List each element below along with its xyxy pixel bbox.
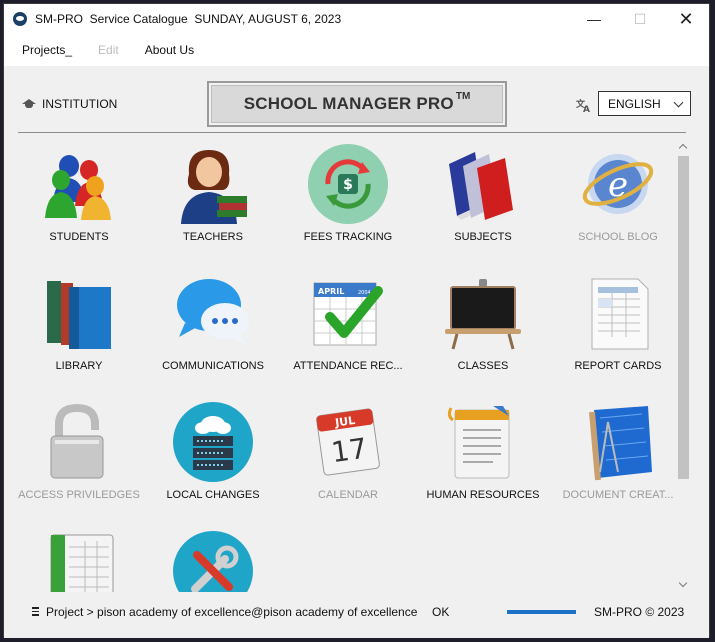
students-icon xyxy=(45,155,111,220)
project-icon xyxy=(32,607,39,616)
title-bar[interactable]: SM-PRO Service Catalogue SUNDAY, AUGUST … xyxy=(4,4,709,34)
ledger-icon xyxy=(50,534,114,592)
tile-communications[interactable]: COMMUNICATIONS xyxy=(148,269,278,379)
teacher-icon xyxy=(181,150,247,224)
ie-icon: e xyxy=(582,154,654,214)
main-window: SM-PRO Service Catalogue SUNDAY, AUGUST … xyxy=(3,3,710,638)
language-select[interactable]: ENGLISH xyxy=(598,91,691,116)
status-state: OK xyxy=(432,605,450,619)
tile-label: STUDENTS xyxy=(49,231,109,243)
tile-label: LIBRARY xyxy=(55,360,103,372)
vertical-scrollbar[interactable] xyxy=(676,140,691,592)
tile-tools[interactable] xyxy=(148,527,278,592)
app-icon xyxy=(13,12,27,26)
tile-classes[interactable]: CLASSES xyxy=(418,269,548,379)
maximize-button[interactable]: ☐ xyxy=(617,4,663,34)
tools-icon xyxy=(173,531,253,592)
tile-label: COMMUNICATIONS xyxy=(162,360,264,372)
chat-icon xyxy=(177,279,249,345)
module-grid: STUDENTS TEACHERS $ FEES TRACKING SUBJEC… xyxy=(14,140,676,592)
tile-library[interactable]: LIBRARY xyxy=(14,269,144,379)
minimize-button[interactable]: — xyxy=(571,4,617,34)
tile-label: FEES TRACKING xyxy=(303,231,393,243)
tile-label: DOCUMENT CREAT... xyxy=(562,489,674,501)
svg-text:e: e xyxy=(608,165,628,205)
library-icon xyxy=(47,281,111,349)
server-icon xyxy=(173,402,253,482)
language-selected-value: ENGLISH xyxy=(608,96,661,111)
attendance-icon: APRIL 2004 xyxy=(313,282,383,346)
tile-label: CLASSES xyxy=(457,360,509,372)
tile-ledger[interactable] xyxy=(14,527,144,592)
padlock-icon xyxy=(50,403,104,479)
chevron-down-icon xyxy=(673,97,684,108)
tile-label: CALENDAR xyxy=(318,489,378,501)
window-title: SM-PRO Service Catalogue SUNDAY, AUGUST … xyxy=(35,12,342,26)
brand-title: SCHOOL MANAGER PRO xyxy=(243,94,454,113)
scroll-down-button[interactable] xyxy=(676,578,691,592)
tile-report-cards[interactable]: REPORT CARDS xyxy=(553,269,676,379)
tile-calendar[interactable]: JUL 17 CALENDAR xyxy=(283,398,413,508)
status-progress-fill xyxy=(507,610,576,614)
tile-label: SUBJECTS xyxy=(454,231,512,243)
tile-attendance-records[interactable]: APRIL 2004 ATTENDANCE REC... xyxy=(283,269,413,379)
blackboard-icon xyxy=(445,279,521,350)
trademark-mark: TM xyxy=(455,90,471,102)
menu-edit[interactable]: Edit xyxy=(98,41,119,59)
status-bar: Project > pison academy of excellence@pi… xyxy=(4,600,709,624)
menu-bar: Projects_ Edit About Us xyxy=(4,34,709,66)
tile-teachers[interactable]: TEACHERS xyxy=(148,140,278,250)
tile-document-creator[interactable]: DOCUMENT CREAT... xyxy=(553,398,676,508)
tile-school-blog[interactable]: e SCHOOL BLOG xyxy=(553,140,676,250)
tile-label: HUMAN RESOURCES xyxy=(426,489,540,501)
tile-label: REPORT CARDS xyxy=(574,360,662,372)
tile-label: ATTENDANCE REC... xyxy=(293,360,403,372)
calendar-icon: JUL 17 xyxy=(316,408,380,476)
header-divider xyxy=(18,132,686,133)
translate-icon: 文A xyxy=(575,97,592,116)
tile-subjects[interactable]: SUBJECTS xyxy=(418,140,548,250)
tile-label: ACCESS PRIVILEDGES xyxy=(18,489,140,501)
status-project-path: Project > pison academy of excellence@pi… xyxy=(46,605,418,619)
content-area: INSTITUTION SCHOOL MANAGER PRO TM 文A ENG… xyxy=(4,66,709,638)
status-copyright: SM-PRO © 2023 xyxy=(594,605,685,619)
calendar-day: 17 xyxy=(329,432,369,470)
status-progress xyxy=(507,610,576,614)
report-icon xyxy=(591,278,649,350)
tile-access-priviledges[interactable]: ACCESS PRIVILEDGES xyxy=(14,398,144,508)
graduation-cap-icon xyxy=(22,99,36,109)
tile-human-resources[interactable]: HUMAN RESOURCES xyxy=(418,398,548,508)
tile-label: TEACHERS xyxy=(183,231,243,243)
menu-about-us[interactable]: About Us xyxy=(145,41,194,59)
tile-label: SCHOOL BLOG xyxy=(578,231,658,243)
clipboard-icon xyxy=(447,406,510,479)
scroll-up-button[interactable] xyxy=(676,140,691,154)
institution-label: INSTITUTION xyxy=(42,97,118,111)
svg-text:$: $ xyxy=(343,177,353,193)
tile-fees-tracking[interactable]: $ FEES TRACKING xyxy=(283,140,413,250)
brand-banner: SCHOOL MANAGER PRO TM xyxy=(207,81,507,127)
svg-text:A: A xyxy=(583,105,590,113)
attendance-month: APRIL xyxy=(318,287,344,296)
tile-local-changes[interactable]: LOCAL CHANGES xyxy=(148,398,278,508)
books-icon xyxy=(449,152,515,224)
tile-students[interactable]: STUDENTS xyxy=(14,140,144,250)
institution-button[interactable]: INSTITUTION xyxy=(22,97,117,111)
blueprint-icon xyxy=(589,406,652,481)
tile-label: LOCAL CHANGES xyxy=(166,489,260,501)
menu-projects[interactable]: Projects_ xyxy=(22,41,72,59)
scroll-thumb[interactable] xyxy=(678,156,689,479)
fees-icon: $ xyxy=(308,144,388,224)
close-button[interactable]: ✕ xyxy=(663,4,709,34)
